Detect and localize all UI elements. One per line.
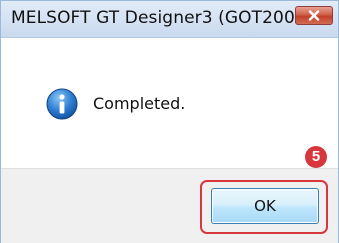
info-icon: [46, 88, 78, 120]
close-icon: [308, 10, 320, 21]
close-button[interactable]: [295, 6, 333, 25]
ok-button[interactable]: OK: [211, 188, 319, 224]
dialog-content: Completed.: [1, 38, 338, 168]
window-title: MELSOFT GT Designer3 (GOT2000): [11, 8, 313, 28]
step-number-badge: 5: [305, 146, 327, 168]
title-bar: MELSOFT GT Designer3 (GOT2000): [1, 1, 338, 38]
dialog-message: Completed.: [93, 94, 186, 113]
